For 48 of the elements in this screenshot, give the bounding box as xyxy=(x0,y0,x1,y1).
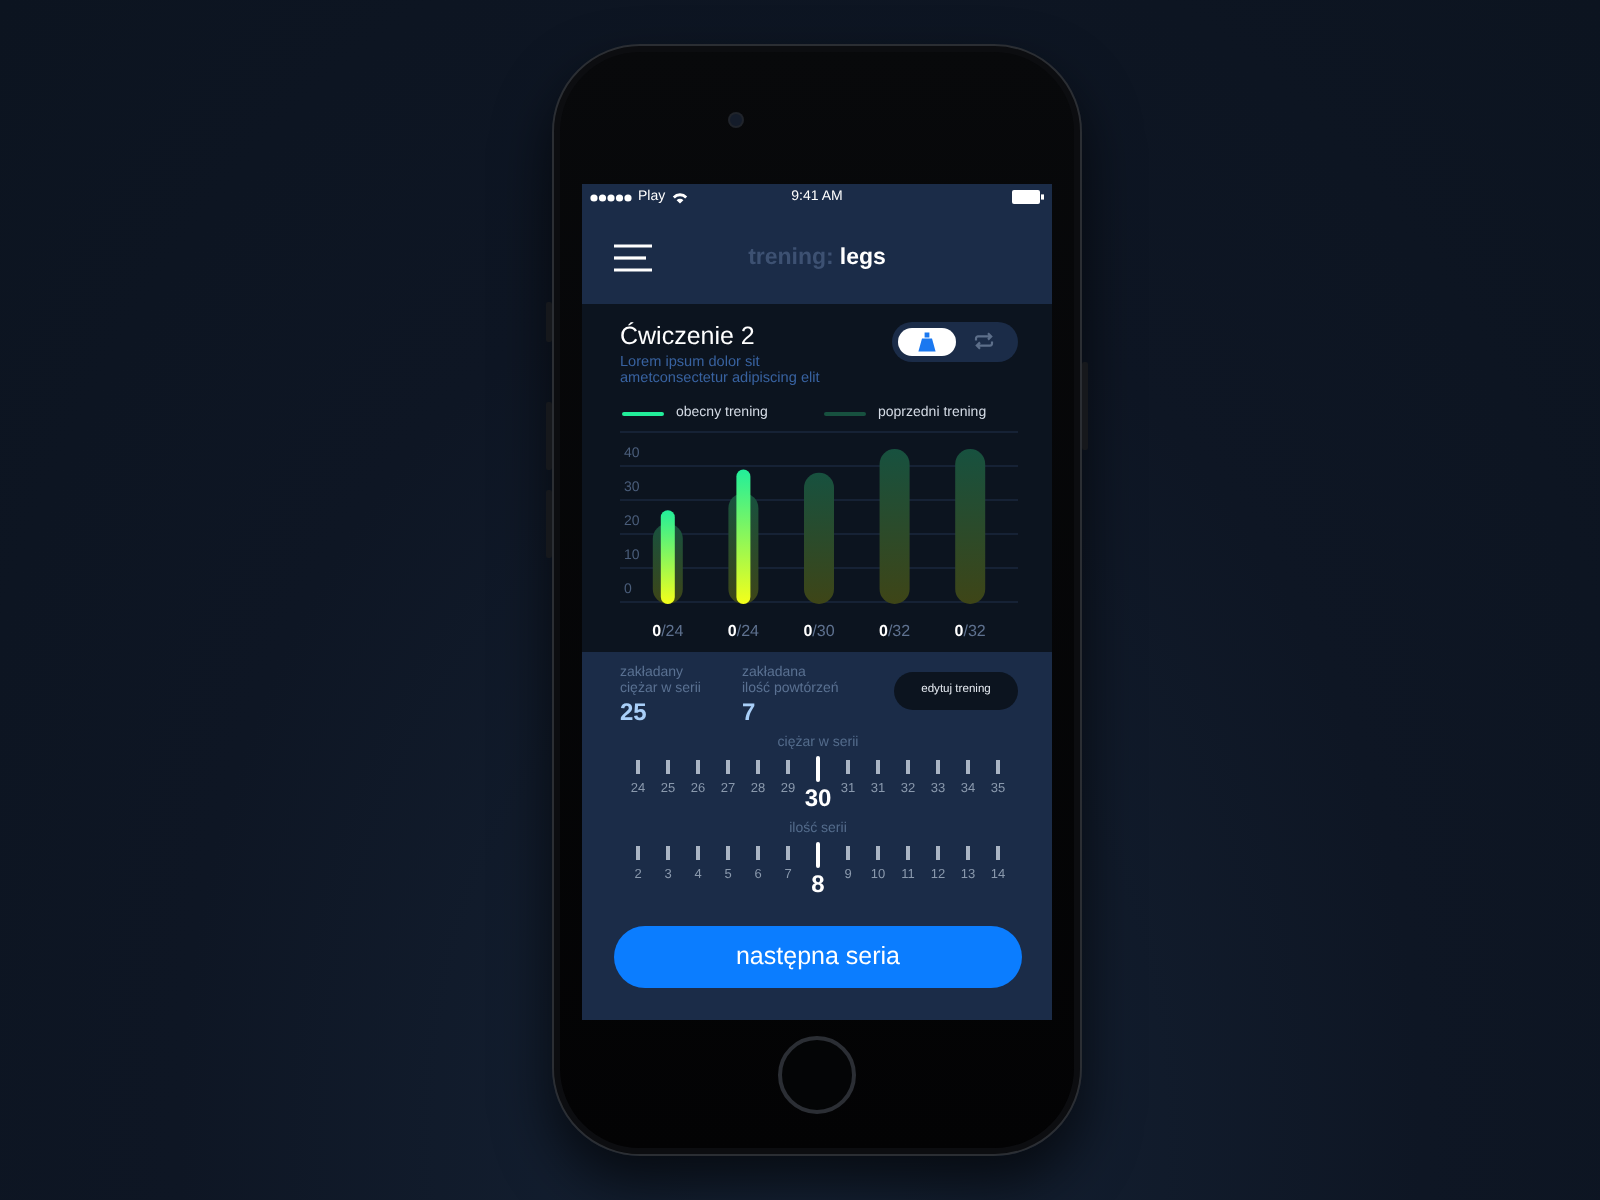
picker-value[interactable]: 8 xyxy=(811,871,825,895)
chart-bar xyxy=(804,471,834,603)
scale-tick-icon xyxy=(996,845,1000,859)
scale-tick-icon xyxy=(996,759,1000,773)
scale-tick-icon xyxy=(726,845,730,859)
scale-tick-icon xyxy=(666,759,670,773)
scale-tick-icon xyxy=(906,845,910,859)
battery-icon xyxy=(1012,190,1044,204)
next-set-button[interactable]: następna seria xyxy=(614,925,1022,987)
target-value: 25 xyxy=(620,699,649,725)
scale-tick-icon xyxy=(756,759,760,773)
scale-tick-icon xyxy=(906,759,910,773)
set-counter: 0/32 xyxy=(879,621,911,641)
repeat-icon xyxy=(973,332,994,350)
picker-indicator-icon xyxy=(816,841,820,867)
signal-icon xyxy=(590,193,632,201)
camera-icon xyxy=(730,114,742,126)
set-counter: 0/32 xyxy=(954,621,986,641)
picker-value[interactable]: 30 xyxy=(804,785,832,809)
scale-tick-icon xyxy=(846,759,850,773)
toggle-option[interactable] xyxy=(898,327,955,355)
header-title: legs xyxy=(839,243,886,271)
scale-tick-icon xyxy=(666,845,670,859)
menu-icon[interactable] xyxy=(614,243,652,271)
scale-tick-icon xyxy=(636,759,640,773)
scale-tick-icon xyxy=(966,759,970,773)
view-toggle[interactable] xyxy=(892,321,1018,361)
scale-tick-icon xyxy=(876,845,880,859)
set-counter: 0/24 xyxy=(727,621,759,641)
scale-tick-icon xyxy=(786,759,790,773)
wifi-icon xyxy=(671,191,688,203)
exercise-title: Ćwiczenie 2 xyxy=(620,321,757,351)
scale-tick-icon xyxy=(756,845,760,859)
scale-tick-icon xyxy=(936,845,940,859)
scale-tick-icon xyxy=(966,845,970,859)
set-counter: 0/24 xyxy=(652,621,684,641)
scale-tick-icon xyxy=(726,759,730,773)
scale-tick-icon xyxy=(936,759,940,773)
scale-tick-icon xyxy=(876,759,880,773)
weight-icon xyxy=(917,331,936,351)
scale-tick-icon xyxy=(786,845,790,859)
scale-tick-icon xyxy=(696,759,700,773)
target-value: 7 xyxy=(742,699,758,725)
set-counter: 0/30 xyxy=(803,621,835,641)
scale-tick-icon xyxy=(846,845,850,859)
scale-tick-icon xyxy=(636,845,640,859)
picker-indicator-icon xyxy=(816,755,820,781)
scale-tick-icon xyxy=(696,845,700,859)
